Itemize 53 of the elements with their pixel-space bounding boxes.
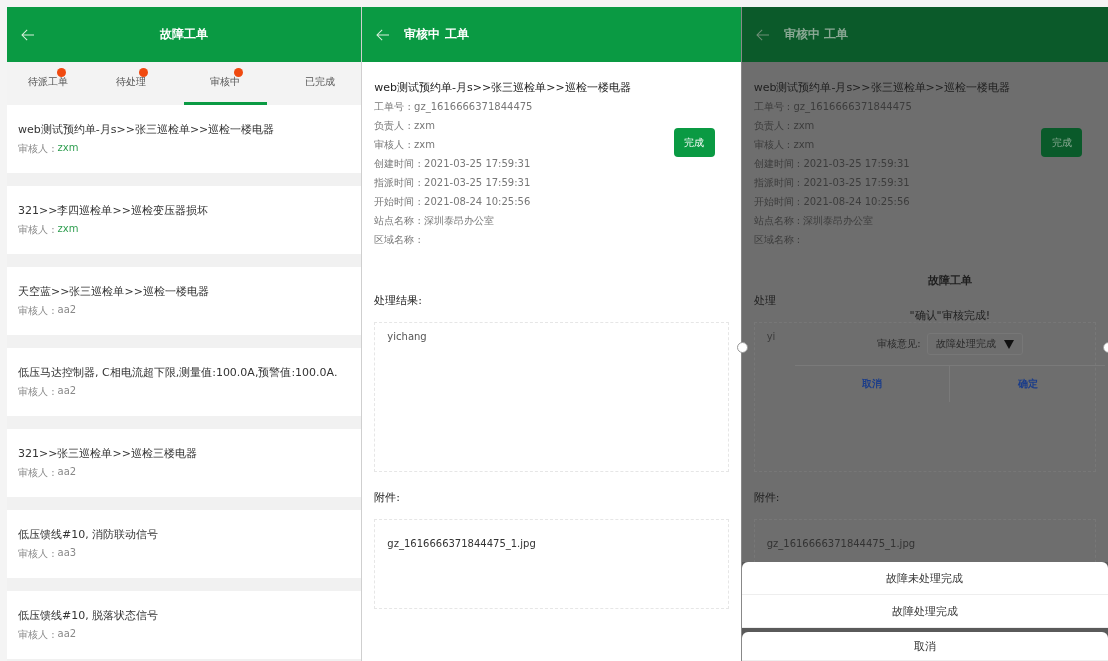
reviewer-label: 审核人 : <box>18 466 55 480</box>
tab[interactable]: 审核中 <box>184 62 267 105</box>
order-title: 低压馈线#10, 消防联动信号 <box>18 527 160 542</box>
tab[interactable]: 待派工单 <box>7 62 90 105</box>
reviewer-label: 审核人 : <box>18 547 55 561</box>
dialog-message: "确认"审核完成! <box>909 308 991 323</box>
action-sheet-cancel[interactable]: 取消 <box>741 632 1108 661</box>
action-sheet-option[interactable]: 故障未处理完成 <box>741 562 1108 595</box>
tab[interactable]: 已完成 <box>278 62 362 105</box>
result-text: yichang <box>387 331 427 342</box>
complete-button[interactable]: 完成 <box>673 128 715 157</box>
section-label: 附件: <box>374 490 402 505</box>
reviewer-label: 审核人 : <box>18 385 55 399</box>
header-title: 故障工单 <box>159 26 210 43</box>
section-label: 处理 <box>753 293 777 308</box>
info-line: 区域名称 : <box>374 233 422 247</box>
reviewer-label: 审核人 : <box>18 304 55 318</box>
tab[interactable]: 待处理 <box>89 62 173 105</box>
info-line: 创建时间 : 2021-03-25 17:59:31 <box>374 157 532 171</box>
reviewer-name: aa2 <box>57 304 77 317</box>
reviewer-name: zxm <box>57 223 79 236</box>
order-title: 低压马达控制器, C相电流超下限,测量值:100.0A,预警值:100.0A. <box>18 365 339 380</box>
order-heading: web测试预约单-月s>>张三巡检单>>巡检一楼电器 <box>374 80 631 95</box>
back-arrow-icon[interactable] <box>755 28 770 41</box>
info-line: 开始时间 : 2021-08-24 10:25:56 <box>374 195 532 209</box>
reviewer-name: aa2 <box>57 385 77 398</box>
action-sheet-option[interactable]: 故障处理完成 <box>741 595 1108 628</box>
reviewer-name: aa2 <box>57 628 77 641</box>
caret-icon <box>1003 339 1014 349</box>
info-line: 审核人 : zxm <box>374 138 436 152</box>
section-label: 处理结果: <box>374 293 424 308</box>
order-title: 天空蓝>>张三巡检单>>巡检一楼电器 <box>18 284 210 299</box>
reviewer-label: 审核人 : <box>18 223 55 237</box>
handle-icon[interactable] <box>737 342 748 353</box>
attachment-link[interactable]: gz_1616666371844475_1.jpg <box>387 538 536 549</box>
section-label: 附件: <box>753 490 781 505</box>
order-title: web测试预约单-月s>>张三巡检单>>巡检一楼电器 <box>18 122 276 137</box>
info-line: 负责人 : zxm <box>374 119 436 133</box>
info-line: 指派时间 : 2021-03-25 17:59:31 <box>374 176 532 190</box>
info-line: 站点名称 : 深圳泰昂办公室 <box>374 214 496 228</box>
order-title: 321>>张三巡检单>>巡检三楼电器 <box>18 446 198 461</box>
info-line: 工单号 : gz_1616666371844475 <box>374 100 534 115</box>
dialog-title: 故障工单 <box>927 273 972 288</box>
complete-button[interactable]: 完成 <box>1041 128 1082 157</box>
header-title: 审核中 工单 <box>783 26 848 43</box>
header-title: 审核中 工单 <box>404 26 469 43</box>
reviewer-name: aa2 <box>57 466 77 479</box>
order-title: 低压馈线#10, 脱落状态信号 <box>18 608 160 623</box>
order-title: 321>>李四巡检单>>巡检变压器损坏 <box>18 203 209 218</box>
reviewer-label: 审核人 : <box>18 142 55 156</box>
reviewer-name: zxm <box>57 142 79 155</box>
reviewer-name: aa3 <box>57 547 77 560</box>
reviewer-label: 审核人 : <box>18 628 55 642</box>
